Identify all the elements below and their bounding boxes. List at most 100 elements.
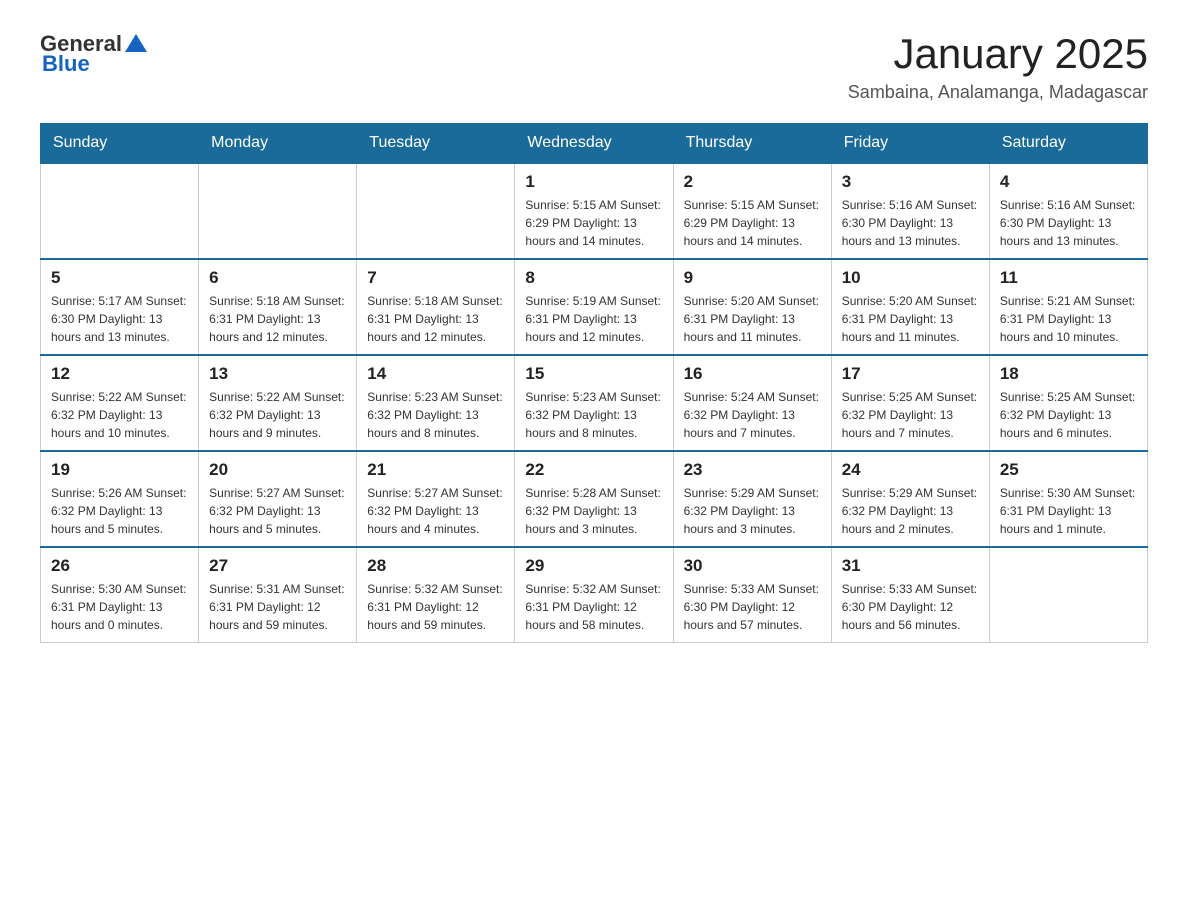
day-info: Sunrise: 5:17 AM Sunset: 6:30 PM Dayligh… [51,292,188,346]
day-info: Sunrise: 5:25 AM Sunset: 6:32 PM Dayligh… [1000,388,1137,442]
day-number: 30 [684,556,821,576]
day-info: Sunrise: 5:30 AM Sunset: 6:31 PM Dayligh… [51,580,188,634]
calendar-table: Sunday Monday Tuesday Wednesday Thursday… [40,123,1148,643]
title-section: January 2025 Sambaina, Analamanga, Madag… [848,30,1148,103]
day-info: Sunrise: 5:33 AM Sunset: 6:30 PM Dayligh… [842,580,979,634]
table-row: 25Sunrise: 5:30 AM Sunset: 6:31 PM Dayli… [989,451,1147,547]
day-info: Sunrise: 5:18 AM Sunset: 6:31 PM Dayligh… [209,292,346,346]
day-number: 26 [51,556,188,576]
day-info: Sunrise: 5:30 AM Sunset: 6:31 PM Dayligh… [1000,484,1137,538]
day-info: Sunrise: 5:26 AM Sunset: 6:32 PM Dayligh… [51,484,188,538]
day-info: Sunrise: 5:22 AM Sunset: 6:32 PM Dayligh… [209,388,346,442]
day-number: 8 [525,268,662,288]
day-number: 12 [51,364,188,384]
table-row: 21 Sunrise: 5:27 AM Sunset: 6:32 PM Dayli… [357,451,515,547]
day-info: Sunrise: 5:20 AM Sunset: 6:31 PM Dayligh… [842,292,979,346]
header-tuesday: Tuesday [357,124,515,164]
day-number: 6 [209,268,346,288]
day-info: Sunrise: 5:29 AM Sunset: 6:32 PM Dayligh… [842,484,979,538]
day-number: 11 [1000,268,1137,288]
page-header: General Blue January 2025 Sambaina, Anal… [40,30,1148,103]
day-number: 17 [842,364,979,384]
day-number: 22 [525,460,662,480]
table-row: 22 Sunrise: 5:28 AM Sunset: 6:32 PM Dayli… [515,451,673,547]
table-row: 11Sunrise: 5:21 AM Sunset: 6:31 PM Dayli… [989,259,1147,355]
day-info: Sunrise: 5:22 AM Sunset: 6:32 PM Dayligh… [51,388,188,442]
table-row: 2Sunrise: 5:15 AM Sunset: 6:29 PM Daylig… [673,163,831,259]
table-row: 5 Sunrise: 5:17 AM Sunset: 6:30 PM Daylig… [41,259,199,355]
day-number: 14 [367,364,504,384]
table-row: 7 Sunrise: 5:18 AM Sunset: 6:31 PM Daylig… [357,259,515,355]
day-info: Sunrise: 5:32 AM Sunset: 6:31 PM Dayligh… [367,580,504,634]
calendar-subtitle: Sambaina, Analamanga, Madagascar [848,82,1148,103]
table-row: 24 Sunrise: 5:29 AM Sunset: 6:32 PM Dayli… [831,451,989,547]
table-row: 10Sunrise: 5:20 AM Sunset: 6:31 PM Dayli… [831,259,989,355]
table-row [357,163,515,259]
table-row: 20 Sunrise: 5:27 AM Sunset: 6:32 PM Dayli… [199,451,357,547]
day-number: 18 [1000,364,1137,384]
logo: General Blue [40,30,147,77]
header-friday: Friday [831,124,989,164]
table-row: 28 Sunrise: 5:32 AM Sunset: 6:31 PM Dayli… [357,547,515,643]
calendar-week-row: 1Sunrise: 5:15 AM Sunset: 6:29 PM Daylig… [41,163,1148,259]
calendar-week-row: 12 Sunrise: 5:22 AM Sunset: 6:32 PM Dayli… [41,355,1148,451]
day-info: Sunrise: 5:18 AM Sunset: 6:31 PM Dayligh… [367,292,504,346]
day-info: Sunrise: 5:23 AM Sunset: 6:32 PM Dayligh… [525,388,662,442]
day-number: 20 [209,460,346,480]
logo-triangle-icon [125,32,147,52]
table-row: 23 Sunrise: 5:29 AM Sunset: 6:32 PM Dayli… [673,451,831,547]
table-row: 9Sunrise: 5:20 AM Sunset: 6:31 PM Daylig… [673,259,831,355]
table-row [41,163,199,259]
day-number: 7 [367,268,504,288]
day-number: 31 [842,556,979,576]
day-number: 21 [367,460,504,480]
table-row: 4Sunrise: 5:16 AM Sunset: 6:30 PM Daylig… [989,163,1147,259]
table-row: 26 Sunrise: 5:30 AM Sunset: 6:31 PM Dayli… [41,547,199,643]
day-number: 4 [1000,172,1137,192]
day-number: 24 [842,460,979,480]
day-info: Sunrise: 5:27 AM Sunset: 6:32 PM Dayligh… [367,484,504,538]
day-info: Sunrise: 5:31 AM Sunset: 6:31 PM Dayligh… [209,580,346,634]
day-info: Sunrise: 5:24 AM Sunset: 6:32 PM Dayligh… [684,388,821,442]
day-number: 15 [525,364,662,384]
day-info: Sunrise: 5:25 AM Sunset: 6:32 PM Dayligh… [842,388,979,442]
table-row: 6 Sunrise: 5:18 AM Sunset: 6:31 PM Daylig… [199,259,357,355]
day-info: Sunrise: 5:19 AM Sunset: 6:31 PM Dayligh… [525,292,662,346]
table-row: 31 Sunrise: 5:33 AM Sunset: 6:30 PM Dayli… [831,547,989,643]
day-number: 28 [367,556,504,576]
day-number: 13 [209,364,346,384]
calendar-header-row: Sunday Monday Tuesday Wednesday Thursday… [41,124,1148,164]
header-wednesday: Wednesday [515,124,673,164]
table-row [199,163,357,259]
table-row: 3 Sunrise: 5:16 AM Sunset: 6:30 PM Daylig… [831,163,989,259]
table-row: 8 Sunrise: 5:19 AM Sunset: 6:31 PM Daylig… [515,259,673,355]
table-row: 19 Sunrise: 5:26 AM Sunset: 6:32 PM Dayli… [41,451,199,547]
table-row [989,547,1147,643]
header-saturday: Saturday [989,124,1147,164]
table-row: 12 Sunrise: 5:22 AM Sunset: 6:32 PM Dayli… [41,355,199,451]
day-number: 23 [684,460,821,480]
day-info: Sunrise: 5:33 AM Sunset: 6:30 PM Dayligh… [684,580,821,634]
header-sunday: Sunday [41,124,199,164]
calendar-title: January 2025 [848,30,1148,78]
table-row: 16 Sunrise: 5:24 AM Sunset: 6:32 PM Dayli… [673,355,831,451]
day-number: 27 [209,556,346,576]
table-row: 27 Sunrise: 5:31 AM Sunset: 6:31 PM Dayli… [199,547,357,643]
header-thursday: Thursday [673,124,831,164]
day-info: Sunrise: 5:28 AM Sunset: 6:32 PM Dayligh… [525,484,662,538]
day-number: 3 [842,172,979,192]
day-info: Sunrise: 5:16 AM Sunset: 6:30 PM Dayligh… [842,196,979,250]
calendar-week-row: 19 Sunrise: 5:26 AM Sunset: 6:32 PM Dayli… [41,451,1148,547]
day-info: Sunrise: 5:29 AM Sunset: 6:32 PM Dayligh… [684,484,821,538]
table-row: 15 Sunrise: 5:23 AM Sunset: 6:32 PM Dayli… [515,355,673,451]
logo-blue-text: Blue [42,51,90,77]
day-number: 1 [525,172,662,192]
day-number: 29 [525,556,662,576]
table-row: 30 Sunrise: 5:33 AM Sunset: 6:30 PM Dayli… [673,547,831,643]
day-number: 2 [684,172,821,192]
day-number: 19 [51,460,188,480]
day-info: Sunrise: 5:27 AM Sunset: 6:32 PM Dayligh… [209,484,346,538]
table-row: 29Sunrise: 5:32 AM Sunset: 6:31 PM Dayli… [515,547,673,643]
day-number: 5 [51,268,188,288]
day-number: 16 [684,364,821,384]
